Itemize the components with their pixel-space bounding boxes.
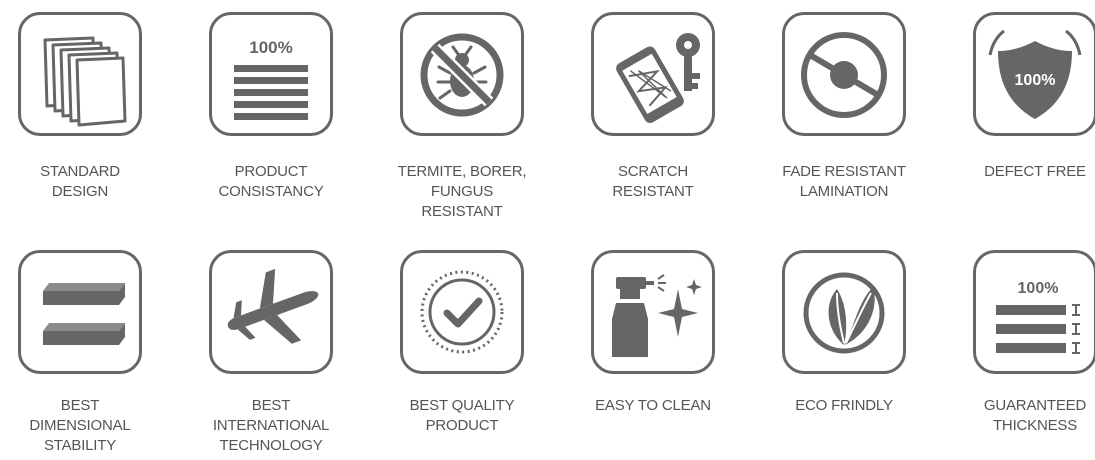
badge-caption: STANDARD DESIGN [40,163,120,200]
badge-caption: BEST QUALITY PRODUCT [409,397,515,434]
stacked-sheets-icon [43,36,127,127]
check-seal-icon [420,270,504,354]
badge-frame [782,12,906,136]
badge-caption: BEST DIMENSIONAL STABILITY [29,397,131,454]
badge-caption: GUARANTEED THICKNESS [983,397,1087,434]
badge-caption: PRODUCT CONSISTANCY [218,163,324,200]
percent-label: 100% [249,38,292,57]
consistency-bars-icon: 100% [234,38,308,120]
badge-caption: FADE RESISTANT LAMINATION [782,163,906,200]
thickness-bars-icon: 100% [996,280,1080,354]
flat-boards-icon [43,283,125,345]
badge-caption: ECO FRINDLY [795,397,893,414]
badge-frame [591,250,715,374]
badge-frame [18,250,142,374]
airplane-icon [227,268,319,344]
no-bug-icon [420,33,504,117]
percent-label: 100% [1015,72,1056,89]
feature-badge-grid: STANDARD DESIGN 100% PRODUCT CONSISTANCY [0,0,1095,460]
shield-icon: 100% [988,29,1082,119]
badge-frame [591,12,715,136]
badge-caption: EASY TO CLEAN [595,397,711,414]
badge-frame [782,250,906,374]
leaf-icon [803,272,885,354]
badge-frame [18,12,142,136]
badge-caption: SCRATCH RESISTANT [612,163,694,200]
phone-key-scratch-icon [616,33,700,123]
badge-frame: 100% [209,12,333,136]
badge-frame: 100% [973,12,1095,136]
badge-caption: DEFECT FREE [984,163,1086,180]
percent-label: 100% [1018,280,1059,297]
badge-frame: 100% [973,250,1095,374]
badge-frame [400,250,524,374]
spray-sparkle-icon [612,274,702,357]
badge-caption: BEST INTERNATIONAL TECHNOLOGY [212,397,330,454]
badge-frame [400,12,524,136]
no-fade-icon [801,32,887,118]
badge-frame [209,250,333,374]
key-icon [676,33,700,91]
badge-caption: TERMITE, BORER, FUNGUS RESISTANT [397,163,527,220]
